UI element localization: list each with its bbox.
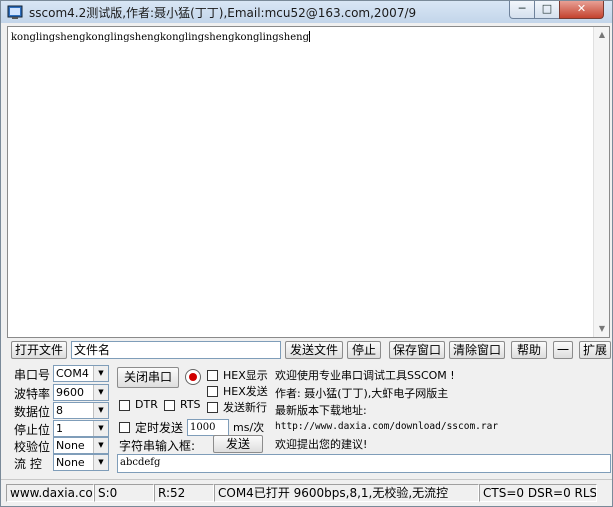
send-newline-label: 发送新行 [223,401,267,414]
chevron-down-icon[interactable]: ▼ [93,385,108,400]
maximize-icon[interactable]: □ [534,1,560,19]
chevron-down-icon[interactable]: ▼ [93,366,108,381]
led-dot [189,373,197,381]
databits-select[interactable]: 8 ▼ [53,402,109,419]
port-label: 串口号 [14,368,51,382]
stopbits-label: 停止位 [14,423,51,437]
chevron-down-icon[interactable]: ▼ [93,438,108,453]
rts-label: RTS [180,398,201,411]
status-received: R:52 [154,484,214,502]
status-lines: CTS=0 DSR=0 RLSD [479,484,597,502]
flow-value: None [56,456,85,469]
hex-send-label: HEX发送 [223,385,268,398]
title-bar: sscom4.2测试版,作者:聂小猛(丁丁),Email:mcu52@163.c… [1,1,612,23]
chevron-down-icon[interactable]: ▼ [93,421,108,436]
parity-label: 校验位 [14,440,51,454]
receive-content: konglingshengkonglingshengkonglingshengk… [11,32,309,43]
info-line-author: 作者: 聂小猛(丁丁),大虾电子网版主 [275,387,449,400]
help-button[interactable]: 帮助 [511,341,547,359]
collapse-button[interactable]: 一 [553,341,573,359]
send-newline-checkbox[interactable] [207,402,218,413]
expand-button[interactable]: 扩展 [579,341,611,359]
status-bar: www.daxia.com S:0 R:52 COM4已打开 9600bps,8… [1,479,612,506]
send-file-button[interactable]: 发送文件 [285,341,343,359]
dtr-checkbox[interactable] [119,400,130,411]
hex-send-checkbox[interactable] [207,386,218,397]
interval-field[interactable]: 1000 [187,419,229,436]
open-file-button[interactable]: 打开文件 [11,341,67,359]
minimize-icon[interactable]: ─ [509,1,535,19]
text-caret [308,31,310,42]
sscom-window: sscom4.2测试版,作者:聂小猛(丁丁),Email:mcu52@163.c… [0,0,613,507]
parity-select[interactable]: None ▼ [53,437,109,454]
flow-select[interactable]: None ▼ [53,454,109,471]
app-icon [7,5,23,19]
interval-unit-label: ms/次 [233,421,265,434]
port-status-led-icon [185,369,201,385]
vertical-scrollbar[interactable]: ▲ ▼ [593,27,609,337]
receive-text: konglingshengkonglingshengkonglingshengk… [11,31,310,43]
info-line-url: http://www.daxia.com/download/sscom.rar [275,421,499,432]
stopbits-value: 1 [56,422,63,435]
timed-send-checkbox[interactable] [119,422,130,433]
port-value: COM4 [56,367,89,380]
port-select[interactable]: COM4 ▼ [53,365,109,382]
receive-area[interactable]: konglingshengkonglingshengkonglingshengk… [7,26,610,338]
string-input-label: 字符串输入框: [119,439,196,453]
hex-display-checkbox[interactable] [207,370,218,381]
send-button[interactable]: 发送 [213,435,263,453]
status-port: COM4已打开 9600bps,8,1,无校验,无流控 [214,484,479,502]
hex-display-label: HEX显示 [223,369,268,382]
info-line-download: 最新版本下载地址: [275,404,367,417]
chevron-down-icon[interactable]: ▼ [93,455,108,470]
send-text-field[interactable]: abcdefg [117,454,611,473]
info-line-suggest: 欢迎提出您的建议! [275,438,368,451]
dtr-label: DTR [135,398,158,411]
stopbits-select[interactable]: 1 ▼ [53,420,109,437]
info-line-welcome: 欢迎使用专业串口调试工具SSCOM ! [275,369,455,382]
chevron-down-icon[interactable]: ▼ [93,403,108,418]
status-site: www.daxia.com [6,484,94,502]
clear-window-button[interactable]: 清除窗口 [449,341,505,359]
flow-label: 流 控 [14,457,42,471]
timed-send-label: 定时发送 [135,421,184,435]
file-name-field[interactable]: 文件名 [71,341,281,359]
databits-label: 数据位 [14,405,51,419]
scroll-up-icon[interactable]: ▲ [594,27,610,43]
stop-button[interactable]: 停止 [347,341,381,359]
scroll-down-icon[interactable]: ▼ [594,321,610,337]
close-icon[interactable]: ✕ [559,1,604,19]
close-port-button[interactable]: 关闭串口 [117,367,179,388]
rts-checkbox[interactable] [164,400,175,411]
parity-value: None [56,439,85,452]
save-window-button[interactable]: 保存窗口 [389,341,445,359]
info-panel: 欢迎使用专业串口调试工具SSCOM ! 作者: 聂小猛(丁丁),大虾电子网版主 … [272,365,612,455]
status-sent: S:0 [94,484,154,502]
window-title: sscom4.2测试版,作者:聂小猛(丁丁),Email:mcu52@163.c… [29,6,417,20]
baud-value: 9600 [56,386,84,399]
databits-value: 8 [56,404,63,417]
baud-label: 波特率 [14,387,51,401]
baud-select[interactable]: 9600 ▼ [53,384,109,401]
